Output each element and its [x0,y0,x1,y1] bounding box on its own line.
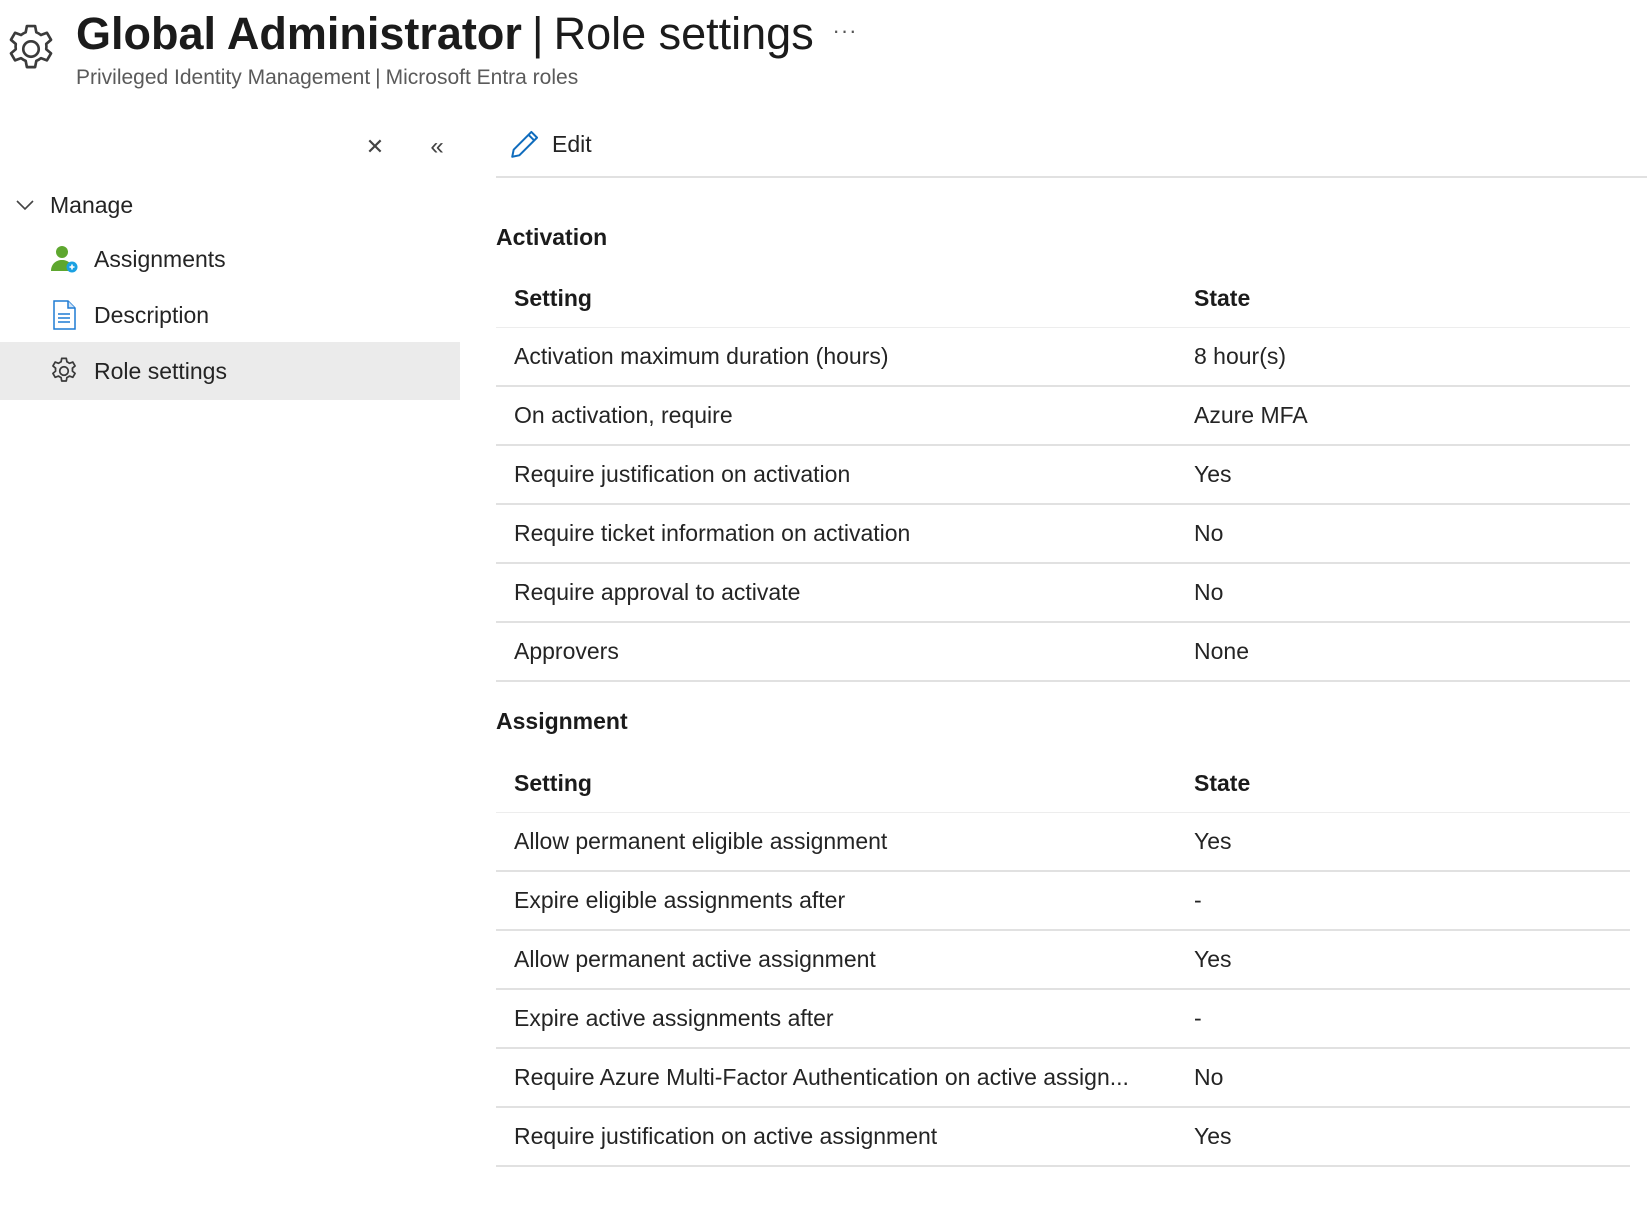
state-cell: - [1194,887,1202,913]
table-row: Require ticket information on activation… [496,505,1630,564]
column-header-setting: Setting [514,770,592,796]
state-cell: Azure MFA [1194,402,1308,428]
command-bar: Edit [496,110,1647,178]
table-row: Require Azure Multi-Factor Authenticatio… [496,1049,1630,1108]
document-icon [53,300,76,330]
state-cell: Yes [1194,1123,1232,1149]
table-row: Require justification on active assignme… [496,1108,1630,1167]
assignments-user-icon [51,246,78,273]
state-cell: Yes [1194,461,1232,487]
setting-cell: Require justification on active assignme… [514,1123,938,1149]
table-row: Activation maximum duration (hours) 8 ho… [496,328,1630,387]
state-cell: 8 hour(s) [1194,343,1287,369]
setting-cell: Allow permanent active assignment [514,946,876,972]
state-cell: Yes [1194,828,1232,854]
table-row: Approvers None [496,623,1630,682]
sidebar-item-label: Assignments [94,245,226,272]
setting-cell: Require justification on activation [514,461,851,487]
setting-cell: Require ticket information on activation [514,520,911,546]
page-header: Global Administrator | Role settings ···… [0,0,1647,110]
sidebar-item-role-settings[interactable]: Role settings [0,342,460,400]
state-cell: No [1194,579,1224,605]
activation-table: Setting State Activation maximum duratio… [496,270,1630,682]
breadcrumb-separator: | [375,66,381,89]
assignment-table: Setting State Allow permanent eligible a… [496,755,1630,1167]
table-row: Require justification on activation Yes [496,446,1630,505]
table-row: Expire eligible assignments after - [496,872,1630,931]
section-title-assignment: Assignment [496,708,628,734]
sidebar-group-label: Manage [50,191,134,218]
column-header-state: State [1194,770,1251,796]
setting-cell: Expire eligible assignments after [514,887,846,913]
column-header-state: State [1194,285,1251,311]
table-header-row: Setting State [496,270,1630,328]
title-separator: | [531,8,544,59]
sidebar: ✕ « Manage Assignments Description Role … [0,110,460,1232]
state-cell: No [1194,1064,1224,1090]
setting-cell: Require Azure Multi-Factor Authenticatio… [514,1064,1129,1090]
column-header-setting: Setting [514,285,592,311]
main-content: Edit Activation Setting State Activation… [496,110,1647,1232]
setting-cell: On activation, require [514,402,733,428]
table-row: On activation, require Azure MFA [496,387,1630,446]
breadcrumb-item-entra-roles[interactable]: Microsoft Entra roles [386,66,579,90]
setting-cell: Approvers [514,638,619,664]
pencil-icon [511,130,539,158]
page-title: Global Administrator | Role settings [76,8,814,60]
setting-cell: Allow permanent eligible assignment [514,828,888,854]
sidebar-item-assignments[interactable]: Assignments [0,230,460,288]
table-row: Expire active assignments after - [496,990,1630,1049]
table-row: Allow permanent active assignment Yes [496,931,1630,990]
table-row: Require approval to activate No [496,564,1630,623]
sidebar-group-manage[interactable]: Manage [0,180,460,230]
breadcrumb-item-pim[interactable]: Privileged Identity Management [76,66,370,90]
state-cell: No [1194,520,1224,546]
state-cell: - [1194,1005,1202,1031]
close-icon[interactable]: ✕ [360,132,390,162]
page-subtitle: Role settings [553,8,814,59]
section-title-activation: Activation [496,224,608,250]
setting-cell: Require approval to activate [514,579,801,605]
edit-button[interactable]: Edit [508,124,592,164]
setting-cell: Activation maximum duration (hours) [514,343,889,369]
gear-icon [52,357,76,382]
sidebar-item-description[interactable]: Description [0,286,460,344]
state-cell: None [1194,638,1249,664]
sidebar-item-label: Description [94,301,210,328]
breadcrumb: Privileged Identity Management | Microso… [76,66,578,90]
chevron-down-icon [0,180,50,230]
double-chevron-left-icon[interactable]: « [422,132,452,162]
setting-cell: Expire active assignments after [514,1005,834,1031]
more-options-button[interactable]: ··· [830,16,860,46]
table-row: Allow permanent eligible assignment Yes [496,813,1630,872]
gear-icon [9,24,53,69]
table-header-row: Setting State [496,755,1630,813]
role-name: Global Administrator [76,8,522,59]
state-cell: Yes [1194,946,1232,972]
sidebar-item-label: Role settings [94,357,227,384]
edit-button-label: Edit [552,130,592,157]
